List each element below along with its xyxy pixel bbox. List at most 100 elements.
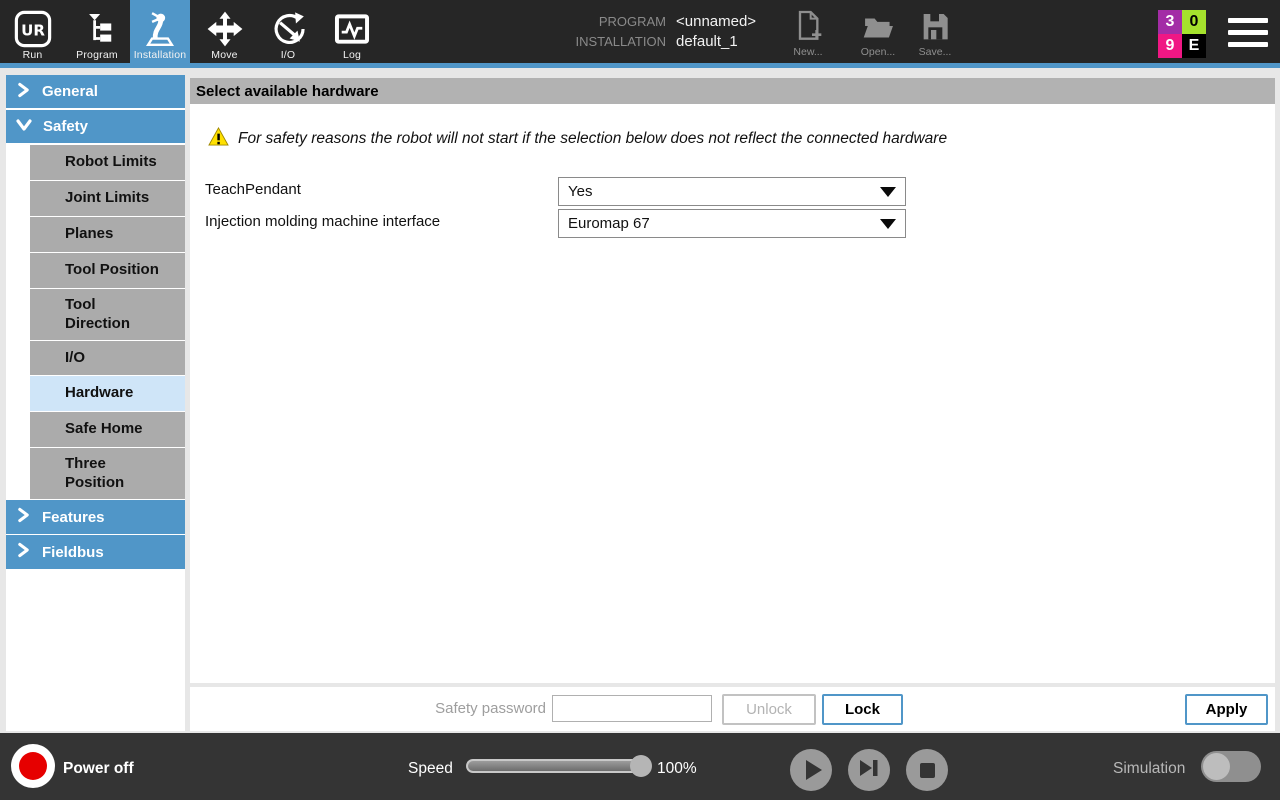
power-off-indicator-icon (19, 752, 47, 780)
sidebar-item-three-position[interactable]: Three Position (30, 448, 185, 499)
chevron-right-icon (16, 542, 42, 562)
tab-run[interactable]: UR Run (6, 0, 59, 63)
tab-log[interactable]: Log (324, 0, 380, 63)
chevron-right-icon (16, 507, 42, 527)
sidebar-item-fieldbus[interactable]: Fieldbus (6, 535, 185, 569)
sidebar-item-label: Safety (43, 118, 88, 135)
sidebar-item-label: Safe Home (65, 420, 143, 439)
apply-button[interactable]: Apply (1185, 694, 1268, 725)
sidebar-item-robot-limits[interactable]: Robot Limits (30, 145, 185, 180)
tab-log-label: Log (343, 49, 361, 61)
sidebar-item-tool-direction[interactable]: Tool Direction (30, 289, 185, 340)
play-button[interactable] (790, 749, 832, 791)
play-icon (806, 760, 822, 780)
speed-slider-thumb[interactable] (630, 755, 652, 777)
sidebar-item-safety[interactable]: Safety (6, 110, 185, 143)
chevron-right-icon (16, 82, 42, 102)
checksum-cell-4: E (1182, 34, 1206, 58)
safety-checksum-badge[interactable]: 3 0 9 E (1158, 10, 1206, 58)
speed-slider-track[interactable] (466, 759, 642, 773)
tab-io[interactable]: I/O (260, 0, 316, 63)
step-button[interactable] (848, 749, 890, 791)
imm-interface-select-value: Euromap 67 (568, 215, 650, 232)
teachpendant-select[interactable]: Yes (558, 177, 906, 206)
speed-value: 100% (657, 760, 697, 778)
new-button[interactable]: New... (776, 9, 840, 58)
unlock-button[interactable]: Unlock (722, 694, 816, 725)
teachpendant-select-value: Yes (568, 183, 592, 200)
tab-installation-label: Installation (134, 49, 187, 61)
safety-password-label: Safety password (412, 700, 546, 717)
speed-label: Speed (408, 760, 453, 778)
ur-logo-icon: UR (14, 10, 52, 49)
save-button[interactable]: Save... (903, 9, 967, 58)
sidebar-item-label: Fieldbus (42, 544, 104, 561)
new-button-label: New... (793, 46, 822, 58)
dropdown-caret-icon (880, 219, 896, 229)
simulation-label: Simulation (1113, 760, 1185, 778)
simulation-toggle[interactable] (1201, 751, 1261, 782)
sidebar-item-label: Joint Limits (65, 189, 149, 208)
stop-icon (920, 763, 935, 778)
sidebar-item-label: Planes (65, 225, 113, 244)
checksum-cell-1: 3 (1158, 10, 1182, 34)
sidebar-item-safe-home[interactable]: Safe Home (30, 412, 185, 447)
chevron-down-icon (16, 117, 43, 137)
tab-run-label: Run (23, 49, 43, 61)
imm-interface-select[interactable]: Euromap 67 (558, 209, 906, 238)
sidebar-item-label: I/O (65, 349, 85, 368)
sidebar-item-label: Hardware (65, 384, 133, 403)
log-chart-icon (333, 10, 371, 49)
sidebar: General Safety Robot Limits Joint Limits… (6, 75, 185, 731)
checksum-cell-3: 9 (1158, 34, 1182, 58)
safety-password-bar: Safety password Unlock Lock Apply (190, 687, 1275, 731)
open-folder-icon (861, 9, 895, 46)
page-title: Select available hardware (196, 83, 379, 100)
robot-arm-icon (141, 10, 179, 49)
accent-strip (0, 63, 1280, 68)
open-button-label: Open... (861, 46, 895, 58)
safety-password-input[interactable] (552, 695, 712, 722)
sidebar-item-planes[interactable]: Planes (30, 217, 185, 252)
unlock-button-label: Unlock (746, 701, 792, 718)
tab-program[interactable]: Program (64, 0, 130, 63)
apply-button-label: Apply (1206, 701, 1248, 718)
stop-button[interactable] (906, 749, 948, 791)
io-circular-arrows-icon (269, 10, 307, 49)
dropdown-caret-icon (880, 187, 896, 197)
sidebar-item-tool-position[interactable]: Tool Position (30, 253, 185, 288)
save-button-label: Save... (919, 46, 952, 58)
lock-button[interactable]: Lock (822, 694, 903, 725)
tab-installation[interactable]: Installation (130, 0, 190, 63)
warning-row: For safety reasons the robot will not st… (208, 127, 947, 151)
sidebar-item-features[interactable]: Features (6, 500, 185, 534)
sidebar-item-label: Robot Limits (65, 153, 157, 172)
warning-text: For safety reasons the robot will not st… (238, 130, 947, 148)
step-icon (859, 759, 879, 782)
footer-bar: Power off Speed 100% Simulation (0, 733, 1280, 800)
open-button[interactable]: Open... (846, 9, 910, 58)
main-panel: For safety reasons the robot will not st… (190, 104, 1275, 683)
tab-io-label: I/O (281, 49, 296, 61)
program-name: <unnamed> (676, 13, 756, 30)
power-status-button[interactable] (11, 744, 55, 788)
simulation-toggle-knob (1203, 753, 1230, 780)
sidebar-item-joint-limits[interactable]: Joint Limits (30, 181, 185, 216)
lock-button-label: Lock (845, 701, 880, 718)
installation-name: default_1 (676, 33, 738, 50)
svg-text:UR: UR (21, 21, 45, 39)
checksum-cell-2: 0 (1182, 10, 1206, 34)
new-file-icon (792, 9, 824, 46)
tab-move-label: Move (211, 49, 237, 61)
sidebar-item-general[interactable]: General (6, 75, 185, 108)
imm-interface-label: Injection molding machine interface (205, 213, 440, 230)
sidebar-item-label: Features (42, 509, 105, 526)
sidebar-item-label: Three Position (65, 455, 157, 493)
sidebar-item-hardware[interactable]: Hardware (30, 376, 185, 411)
sidebar-item-io[interactable]: I/O (30, 341, 185, 375)
top-bar: UR Run Program Installation Move I/O Log… (0, 0, 1280, 63)
hamburger-menu-icon[interactable] (1228, 18, 1268, 54)
tab-move[interactable]: Move (196, 0, 253, 63)
sidebar-item-label: Tool Direction (65, 296, 157, 334)
program-tree-icon (78, 10, 116, 49)
